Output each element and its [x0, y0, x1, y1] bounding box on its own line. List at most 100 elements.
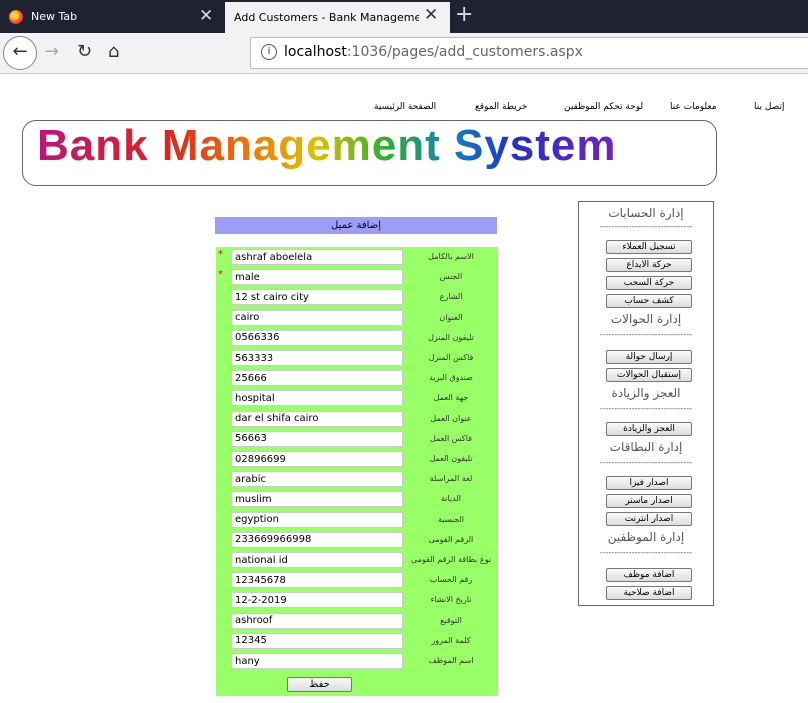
- form-field-input[interactable]: [231, 511, 403, 528]
- sidebar-button[interactable]: إستقبال الحوالات: [606, 368, 692, 382]
- sidebar-button[interactable]: اضافة صلاحية: [606, 586, 692, 600]
- form-field-input[interactable]: [231, 309, 403, 326]
- form-field-input[interactable]: [231, 572, 403, 589]
- form-field-input[interactable]: [231, 249, 403, 265]
- form-row: لغة المراسلة: [216, 470, 498, 490]
- form-field-input[interactable]: [231, 451, 403, 467]
- form-row: فاكس المنزل: [216, 349, 498, 369]
- form-field-label: العنوان: [439, 312, 463, 322]
- required-asterisk: *: [218, 269, 223, 281]
- form-row: فاكس العمل: [216, 430, 498, 450]
- sidebar-separator: --------------------------------: [599, 222, 693, 231]
- sidebar-button[interactable]: تسجيل العملاء: [606, 240, 692, 254]
- forward-arrow-icon[interactable]: →: [44, 41, 59, 62]
- form-row: الديانة: [216, 490, 498, 510]
- form-field-label: لغة المراسلة: [429, 474, 473, 484]
- sidebar-button[interactable]: إرسال حوالة: [606, 350, 692, 364]
- form-row: اسم الموظف: [216, 652, 498, 672]
- sidebar-button[interactable]: كشف حساب: [606, 294, 692, 308]
- form-row: تليفون العمل: [216, 450, 498, 470]
- site-banner: Bank Management System: [22, 120, 717, 186]
- form-row: رقم الحساب: [216, 571, 498, 591]
- form-field-input[interactable]: [231, 471, 403, 488]
- sidebar-button[interactable]: حركة الايداع: [606, 258, 692, 272]
- form-field-label: الشارع: [439, 292, 463, 302]
- form-field-input[interactable]: [231, 329, 403, 346]
- form-field-label: اسم الموظف: [428, 656, 474, 665]
- form-field-label: رقم الحساب: [429, 575, 473, 585]
- form-row: تليفون المنزل: [216, 329, 498, 349]
- sidebar-separator: --------------------------------: [599, 404, 693, 413]
- form-field-input[interactable]: [231, 632, 403, 649]
- menu-home-link[interactable]: الصفحة الرئيسية: [374, 102, 436, 112]
- sidebar-button[interactable]: اصدار فيزا: [606, 476, 692, 490]
- add-customer-form: * الاسم بالكامل * الجنس الشارع العنوان تليفون …: [216, 247, 498, 696]
- sidebar-separator: --------------------------------: [599, 330, 693, 339]
- form-field-input[interactable]: [231, 390, 403, 407]
- close-tab-icon[interactable]: ✕: [424, 5, 438, 25]
- form-field-input[interactable]: [231, 531, 403, 548]
- menu-employee-panel-link[interactable]: لوحة تحكم الموظفين: [564, 102, 643, 112]
- tab-title: Add Customers - Bank Management Syste: [234, 11, 419, 24]
- back-arrow-icon[interactable]: ←: [3, 36, 37, 70]
- new-tab-icon[interactable]: +: [455, 2, 473, 27]
- form-field-input[interactable]: [231, 612, 403, 629]
- sidebar-button[interactable]: اضافة موظف: [606, 568, 692, 582]
- form-row: الشارع: [216, 288, 498, 308]
- form-field-label: عنوان العمل: [430, 413, 472, 423]
- form-field-label: فاكس العمل: [429, 433, 472, 443]
- banner-title: Bank Management System: [37, 121, 617, 170]
- form-field-input[interactable]: [231, 410, 403, 427]
- sidebar-section-heading: العجز والزيادة: [611, 386, 681, 400]
- form-row: صندوق البريد: [216, 369, 498, 389]
- form-field-input[interactable]: [231, 269, 403, 286]
- form-field-label: الديانة: [440, 494, 462, 504]
- menu-sitemap-link[interactable]: خريطة الموقع: [475, 102, 527, 112]
- sidebar-section-heading: إدارة الحسابات: [608, 206, 684, 220]
- form-field-input[interactable]: [231, 552, 403, 568]
- form-row: * الاسم بالكامل: [216, 248, 498, 268]
- sidebar-separator: --------------------------------: [599, 548, 693, 557]
- form-field-input[interactable]: [231, 370, 403, 387]
- save-button[interactable]: حفظ: [287, 677, 352, 692]
- tab-new-tab[interactable]: New Tab ✕: [0, 0, 224, 33]
- close-tab-icon[interactable]: ✕: [199, 6, 213, 26]
- sidebar-section-heading: إدارة البطاقات: [609, 440, 683, 454]
- navigation-bar: ← → ↻ ⌂ i localhost:1036/pages/add_custo…: [0, 33, 808, 74]
- form-field-input[interactable]: [231, 350, 403, 366]
- sidebar-button[interactable]: اصدار انترنت: [606, 512, 692, 526]
- form-field-input[interactable]: [231, 653, 403, 669]
- form-field-label: تاريخ الانشاء: [430, 595, 472, 605]
- form-field-label: نوع بطاقة الرقم القومى: [410, 555, 492, 564]
- form-row: تاريخ الانشاء: [216, 591, 498, 611]
- sidebar-button[interactable]: العجز والزيادة: [606, 422, 692, 436]
- sidebar-separator: --------------------------------: [599, 458, 693, 467]
- sidebar-menu: إدارة الحسابات --------------------------…: [578, 201, 714, 606]
- form-title: إضافة عميل: [215, 217, 497, 234]
- form-field-label: تليفون المنزل: [428, 332, 474, 342]
- reload-icon[interactable]: ↻: [77, 41, 92, 62]
- address-bar[interactable]: i localhost:1036/pages/add_customers.asp…: [250, 37, 808, 69]
- form-row: الرقم القومى: [216, 531, 498, 551]
- form-row: نوع بطاقة الرقم القومى: [216, 551, 498, 571]
- menu-about-link[interactable]: معلومات عنا: [670, 102, 717, 112]
- firefox-icon: [9, 10, 23, 24]
- form-field-label: جهة العمل: [433, 393, 469, 403]
- info-icon[interactable]: i: [261, 44, 277, 60]
- form-field-input[interactable]: [231, 491, 403, 508]
- sidebar-button[interactable]: حركة السحب: [606, 276, 692, 290]
- tab-add-customers[interactable]: Add Customers - Bank Management Syste ✕: [225, 2, 450, 33]
- form-field-input[interactable]: [231, 289, 403, 306]
- form-row: كلمة المرور: [216, 632, 498, 652]
- url-text: localhost:1036/pages/add_customers.aspx: [284, 44, 583, 60]
- form-field-label: الاسم بالكامل: [428, 252, 474, 261]
- form-field-input[interactable]: [231, 592, 403, 609]
- form-row: * الجنس: [216, 268, 498, 288]
- home-icon[interactable]: ⌂: [108, 41, 119, 62]
- browser-tab-bar: New Tab ✕ Add Customers - Bank Managemen…: [0, 0, 808, 33]
- form-field-input[interactable]: [231, 430, 403, 447]
- form-field-label: فاكس المنزل: [428, 353, 474, 362]
- sidebar-button[interactable]: اصدار ماستر: [606, 494, 692, 508]
- menu-contact-link[interactable]: إتصل بنا: [754, 102, 784, 112]
- required-asterisk: *: [218, 249, 223, 260]
